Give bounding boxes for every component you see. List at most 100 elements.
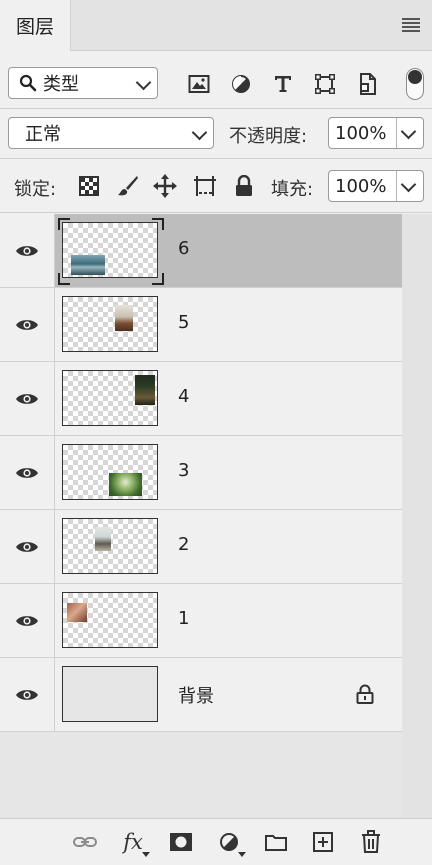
- chevron-down-icon: [191, 124, 208, 141]
- filter-toggle[interactable]: [406, 68, 424, 100]
- add-mask-icon[interactable]: [168, 829, 194, 855]
- opacity-value: 100%: [335, 122, 387, 144]
- thumbnail-photo: [109, 473, 142, 496]
- layer-main[interactable]: 4: [55, 362, 402, 435]
- link-layers-icon[interactable]: [72, 829, 98, 855]
- image-filter-icon[interactable]: [188, 73, 210, 95]
- layer-thumbnail: [62, 666, 158, 722]
- lock-image-pixels-icon[interactable]: [116, 174, 140, 198]
- layer-row-1[interactable]: 1: [0, 584, 402, 658]
- layer-style-fx-icon[interactable]: fx: [120, 829, 150, 857]
- eye-icon: [16, 245, 38, 256]
- layer-row-5[interactable]: 5: [0, 288, 402, 362]
- dropdown-triangle-icon: [142, 852, 150, 857]
- lock-all-icon[interactable]: [232, 174, 256, 198]
- scrollbar[interactable]: [402, 214, 432, 818]
- thumbnail-photo: [115, 305, 133, 331]
- opacity-label: 不透明度:: [229, 126, 308, 147]
- layer-name[interactable]: 3: [178, 460, 189, 481]
- visibility-toggle[interactable]: [0, 584, 55, 657]
- layer-name[interactable]: 6: [178, 238, 189, 259]
- eye-icon: [16, 319, 38, 330]
- chevron-down-icon: [135, 74, 152, 91]
- new-layer-icon[interactable]: [310, 829, 336, 855]
- layer-thumbnail: [62, 370, 158, 426]
- visibility-toggle[interactable]: [0, 214, 55, 287]
- visibility-toggle[interactable]: [0, 510, 55, 583]
- layer-name[interactable]: 5: [178, 312, 189, 333]
- thumbnail-photo: [71, 255, 105, 275]
- tab-layers[interactable]: 图层: [0, 0, 71, 51]
- chevron-down-icon: [400, 123, 417, 140]
- fill-dropdown[interactable]: [396, 171, 423, 201]
- visibility-toggle[interactable]: [0, 658, 55, 731]
- new-adjustment-layer-icon[interactable]: [216, 829, 246, 857]
- fx-glyph: fx: [123, 830, 143, 854]
- layer-name[interactable]: 2: [178, 534, 189, 555]
- selection-corner: [58, 273, 70, 285]
- bottom-toolbar: fx: [0, 818, 432, 865]
- layer-thumbnail: [62, 296, 158, 352]
- panel-tab-bar: 图层: [0, 0, 432, 51]
- layer-name[interactable]: 背景: [178, 682, 214, 708]
- layer-row-background[interactable]: 背景: [0, 658, 402, 732]
- layer-row-4[interactable]: 4: [0, 362, 402, 436]
- layer-row-6[interactable]: 6: [0, 214, 402, 288]
- eye-icon: [16, 541, 38, 552]
- layer-row-3[interactable]: 3: [0, 436, 402, 510]
- visibility-toggle[interactable]: [0, 288, 55, 361]
- visibility-toggle[interactable]: [0, 362, 55, 435]
- adjustment-filter-icon[interactable]: [230, 73, 252, 95]
- lock-row: 锁定: 填充: 100%: [0, 166, 432, 206]
- type-filter-icon[interactable]: [272, 73, 294, 95]
- layer-thumbnail: [62, 518, 158, 574]
- fill-value: 100%: [335, 175, 387, 197]
- layer-main[interactable]: 2: [55, 510, 402, 583]
- blend-row: 正常 不透明度: 100%: [0, 114, 432, 154]
- selection-corner: [58, 218, 70, 230]
- layer-main[interactable]: 背景: [55, 658, 402, 731]
- opacity-dropdown[interactable]: [396, 118, 423, 148]
- lock-icon[interactable]: [356, 684, 374, 708]
- layer-row-2[interactable]: 2: [0, 510, 402, 584]
- filter-kind-label: 类型: [43, 74, 79, 95]
- lock-transparent-pixels-icon[interactable]: [77, 174, 101, 198]
- shape-filter-icon[interactable]: [314, 73, 336, 95]
- eye-icon: [16, 689, 38, 700]
- layer-main[interactable]: 1: [55, 584, 402, 657]
- smart-object-filter-icon[interactable]: [357, 73, 379, 95]
- panel-menu-icon[interactable]: [402, 18, 420, 32]
- eye-icon: [16, 467, 38, 478]
- filter-kind-select[interactable]: 类型: [8, 67, 158, 99]
- layer-thumbnail: [62, 592, 158, 648]
- visibility-toggle[interactable]: [0, 436, 55, 509]
- chevron-down-icon: [400, 176, 417, 193]
- layer-name[interactable]: 4: [178, 386, 189, 407]
- filter-row: 类型: [0, 58, 432, 110]
- thumbnail-photo: [95, 527, 111, 551]
- delete-layer-icon[interactable]: [358, 829, 384, 855]
- blend-mode-select[interactable]: 正常: [8, 117, 214, 149]
- thumbnail-photo: [67, 603, 87, 622]
- dropdown-triangle-icon: [238, 852, 246, 857]
- layer-main[interactable]: 6: [55, 214, 402, 287]
- layer-main[interactable]: 5: [55, 288, 402, 361]
- lock-position-icon[interactable]: [153, 174, 177, 198]
- divider: [0, 108, 432, 109]
- new-group-folder-icon[interactable]: [263, 829, 289, 855]
- search-icon: [19, 74, 37, 92]
- divider: [0, 158, 432, 159]
- selection-corner: [152, 218, 164, 230]
- fill-label: 填充:: [271, 179, 314, 200]
- divider: [0, 212, 432, 213]
- selection-corner: [152, 273, 164, 285]
- opacity-field[interactable]: 100%: [328, 117, 424, 149]
- layer-main[interactable]: 3: [55, 436, 402, 509]
- eye-icon: [16, 393, 38, 404]
- blend-mode-value: 正常: [25, 124, 61, 145]
- layer-thumbnail: [62, 222, 158, 278]
- layer-name[interactable]: 1: [178, 608, 189, 629]
- layer-thumbnail: [62, 444, 158, 500]
- fill-field[interactable]: 100%: [328, 170, 424, 202]
- lock-artboard-icon[interactable]: [193, 174, 217, 198]
